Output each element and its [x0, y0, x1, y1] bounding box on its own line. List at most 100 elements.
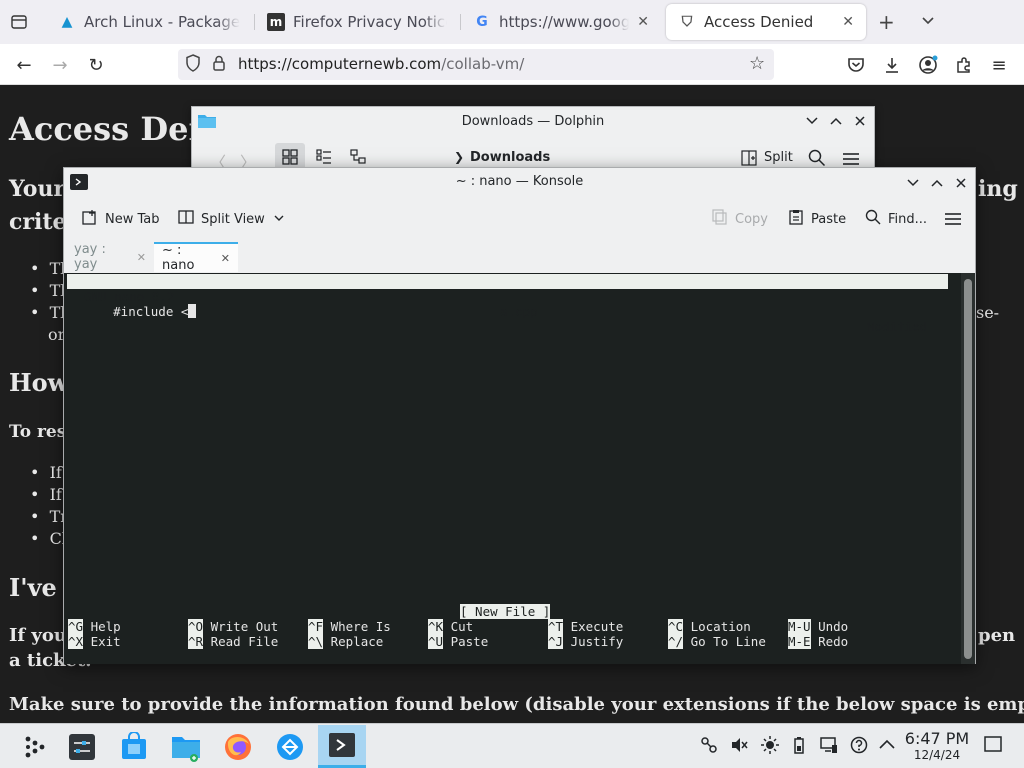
help-icon[interactable]	[850, 736, 868, 758]
scrollbar-thumb[interactable]	[964, 279, 972, 659]
dolphin-title: Downloads — Dolphin	[461, 114, 605, 129]
browser-tab[interactable]: m Firefox Privacy Notice — Mozilla	[255, 0, 459, 44]
list-item: • If	[30, 485, 62, 504]
shortcut-item: ^/ Go To Line	[668, 634, 766, 649]
shortcut-item: ^U Paste	[428, 634, 489, 649]
maximize-icon[interactable]	[930, 175, 944, 194]
new-tab-button[interactable]: New Tab	[82, 209, 160, 229]
shortcut-item: ^T Execute	[548, 619, 624, 634]
close-tab-icon[interactable]: ✕	[842, 14, 854, 30]
network-app-icon[interactable]	[266, 725, 314, 768]
updates-icon[interactable]	[700, 736, 718, 758]
konsole-tab[interactable]: yay : yay ✕	[66, 242, 154, 272]
maximize-icon[interactable]	[829, 113, 843, 132]
expand-tray-icon[interactable]	[878, 736, 896, 755]
paste-label: Paste	[811, 211, 847, 227]
konsole-window[interactable]: ~ : nano — Konsole New Tab Split View Co…	[63, 167, 976, 664]
new-tab-icon[interactable]: +	[878, 10, 895, 34]
page-intro-line2: crite	[9, 209, 67, 235]
nano-state: Modified	[867, 319, 928, 334]
shortcut-item: ^G Help	[68, 619, 121, 634]
new-tab-label: New Tab	[105, 211, 160, 227]
section-text-tail: pen	[978, 625, 1016, 646]
close-tab-icon[interactable]: ✕	[137, 251, 146, 264]
details-view-icon[interactable]	[316, 149, 332, 169]
konsole-tab-active[interactable]: ~ : nano ✕	[154, 242, 238, 273]
find-label: Find...	[888, 211, 928, 227]
chevron-down-icon	[273, 212, 285, 227]
minimize-icon[interactable]	[805, 113, 819, 132]
show-desktop-icon[interactable]	[984, 736, 1002, 756]
download-icon[interactable]	[877, 50, 907, 80]
chevron-down-icon[interactable]	[920, 12, 936, 31]
breadcrumb[interactable]: Downloads	[470, 150, 550, 165]
list-item: • Cl	[30, 529, 67, 548]
brightness-icon[interactable]	[761, 736, 779, 758]
extensions-icon[interactable]	[949, 50, 979, 80]
url-domain: https://computernewb.com	[238, 55, 442, 73]
find-button[interactable]: Find...	[865, 209, 927, 229]
pocket-icon[interactable]	[841, 50, 871, 80]
split-view-button[interactable]: Split View	[178, 209, 285, 229]
bookmark-star-icon[interactable]: ☆	[749, 53, 765, 74]
clock[interactable]: 6:47 PM 12/4/24	[902, 730, 972, 763]
close-tab-icon[interactable]: ✕	[221, 252, 230, 265]
section-text: If you	[9, 625, 67, 646]
copy-label: Copy	[735, 211, 768, 227]
battery-icon[interactable]	[792, 736, 806, 758]
nano-status: [ New File ]	[460, 604, 551, 619]
paste-button[interactable]: Paste	[788, 209, 846, 229]
app-launcher-icon[interactable]	[10, 725, 58, 768]
browser-tab-title: https://www.google.com	[499, 13, 630, 31]
paste-icon	[788, 209, 804, 229]
konsole-title: ~ : nano — Konsole	[455, 174, 584, 189]
network-wired-icon[interactable]	[820, 736, 838, 758]
copy-button[interactable]: Copy	[712, 209, 768, 229]
google-icon: G	[476, 14, 488, 30]
breadcrumb-chevron-icon: ❯	[454, 150, 465, 164]
browser-tab-title: Access Denied	[704, 13, 814, 31]
close-tab-icon[interactable]: ✕	[637, 14, 649, 30]
close-icon[interactable]	[954, 175, 968, 194]
discover-store-icon[interactable]	[110, 725, 158, 768]
browser-tab-active[interactable]: ⛉ Access Denied ✕	[666, 4, 866, 40]
shortcut-item: ^\ Replace	[308, 634, 384, 649]
konsole-taskbar-icon[interactable]	[318, 725, 366, 768]
list-item: • Tl	[30, 259, 66, 278]
shortcut-item: ^F Where Is	[308, 619, 391, 634]
browser-tab-title: Firefox Privacy Notice — Mozilla	[293, 13, 447, 31]
konsole-tab-label: yay : yay	[74, 242, 106, 272]
system-settings-icon[interactable]	[58, 725, 106, 768]
tree-view-icon[interactable]	[350, 149, 366, 169]
minimize-icon[interactable]	[906, 175, 920, 194]
lock-icon[interactable]	[212, 54, 226, 76]
back-arrow-icon[interactable]: ←	[9, 50, 39, 80]
url-text: https://computernewb.com/collab-vm/	[238, 55, 524, 73]
url-bar[interactable]: https://computernewb.com/collab-vm/ ☆	[178, 49, 774, 80]
page-intro-line1: Your	[9, 176, 66, 202]
menu-icon[interactable]: ≡	[984, 50, 1014, 80]
mozilla-icon: m	[267, 13, 285, 31]
tab-list-icon[interactable]	[8, 12, 30, 32]
browser-tab[interactable]: G https://www.google.com ✕	[461, 0, 661, 44]
browser-tab-bar: ▲ Arch Linux - Package Search m Firefox …	[0, 0, 1024, 44]
list-item: • Tl	[30, 303, 66, 322]
volume-muted-icon[interactable]	[730, 736, 748, 758]
browser-tab[interactable]: ▲ Arch Linux - Package Search	[46, 0, 252, 44]
browser-nav-bar: ← → ↻ https://computernewb.com/collab-vm…	[0, 44, 1024, 85]
footer-text: Make sure to provide the information fou…	[9, 694, 1024, 715]
terminal-scrollbar[interactable]	[961, 273, 975, 664]
shortcut-item: ^J Justify	[548, 634, 624, 649]
dolphin-taskbar-icon[interactable]	[162, 725, 210, 768]
terminal-area[interactable]: GNU nano 8.2 a.cpp Modified #include < […	[64, 273, 962, 664]
reload-icon[interactable]: ↻	[81, 50, 111, 80]
split-button[interactable]: Split	[764, 150, 793, 165]
hamburger-menu-icon[interactable]	[944, 211, 962, 230]
shield-icon[interactable]	[185, 54, 201, 76]
account-icon[interactable]	[913, 50, 943, 80]
forward-arrow-icon[interactable]: →	[45, 50, 75, 80]
nano-filename: a.cpp	[500, 304, 538, 319]
search-icon	[865, 209, 881, 229]
close-icon[interactable]	[853, 113, 867, 132]
firefox-icon[interactable]	[214, 725, 262, 768]
